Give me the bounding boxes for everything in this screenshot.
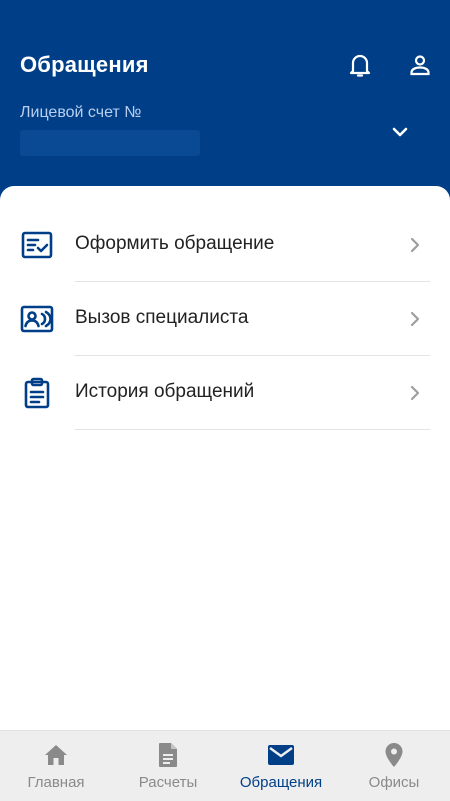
divider xyxy=(75,429,430,430)
nav-item-label: Расчеты xyxy=(138,774,198,791)
chevron-down-icon xyxy=(392,127,408,137)
chevron-right-icon xyxy=(406,382,424,404)
chevron-right-icon xyxy=(406,234,424,256)
menu-item-label: История обращений xyxy=(75,381,255,402)
menu-item-create-request[interactable]: Оформить обращение xyxy=(0,208,450,282)
page-title: Обращения xyxy=(20,52,149,77)
nav-item-requests[interactable]: Обращения xyxy=(225,731,337,801)
account-label: Лицевой счет № xyxy=(20,104,142,121)
menu-item-request-history[interactable]: История обращений xyxy=(0,356,450,430)
account-dropdown-button[interactable] xyxy=(388,120,412,144)
nav-item-home[interactable]: Главная xyxy=(0,731,112,801)
menu-item-specialist-call[interactable]: Вызов специалиста xyxy=(0,282,450,356)
mail-icon xyxy=(225,741,337,769)
nav-item-offices[interactable]: Офисы xyxy=(338,731,450,801)
bell-icon xyxy=(349,54,371,77)
profile-button[interactable] xyxy=(407,52,433,78)
chevron-right-icon xyxy=(406,308,424,330)
location-pin-icon xyxy=(338,741,450,769)
clipboard-list-icon xyxy=(20,376,54,410)
notifications-button[interactable] xyxy=(347,52,373,78)
person-icon xyxy=(410,55,430,76)
menu-item-label: Вызов специалиста xyxy=(75,307,249,328)
nav-item-label: Главная xyxy=(27,774,85,791)
form-check-icon xyxy=(20,228,54,262)
contact-card-icon xyxy=(20,302,54,336)
bottom-navigation: Главная Расчеты Обращения Офисы xyxy=(0,730,450,801)
document-icon xyxy=(112,741,224,769)
account-number-value xyxy=(20,130,200,156)
nav-item-label: Обращения xyxy=(239,774,323,791)
nav-item-label: Офисы xyxy=(368,774,420,791)
main-content: Оформить обращение Вызов специалиста Ист… xyxy=(0,186,450,730)
home-icon xyxy=(0,741,112,769)
nav-item-payments[interactable]: Расчеты xyxy=(112,731,224,801)
menu-item-label: Оформить обращение xyxy=(75,233,275,254)
app-header: Обращения Лицевой счет № xyxy=(0,0,450,210)
